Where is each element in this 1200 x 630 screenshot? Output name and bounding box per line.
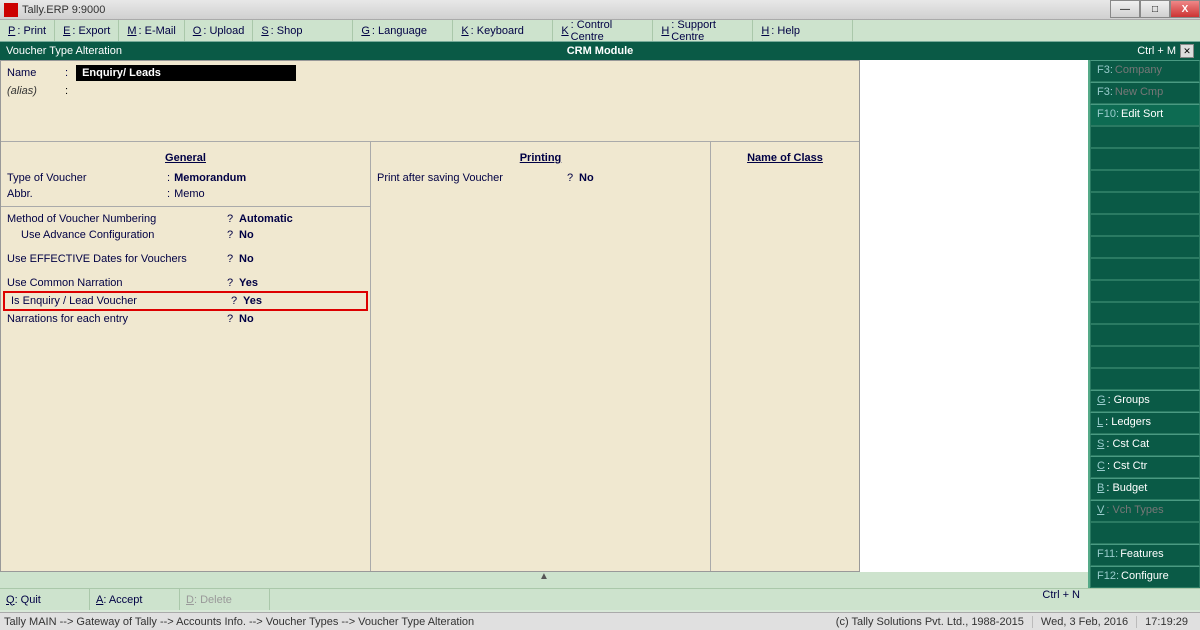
ledgers-button[interactable]: L: Ledgers: [1090, 412, 1200, 434]
configure-button[interactable]: F12:Configure: [1090, 566, 1200, 588]
print-label: Print after saving Voucher: [377, 172, 567, 184]
narr-value[interactable]: No: [239, 313, 254, 325]
class-column: Name of Class: [711, 142, 859, 571]
advcfg-value[interactable]: No: [239, 229, 254, 241]
common-label: Use Common Narration: [7, 277, 227, 289]
method-value[interactable]: Automatic: [239, 213, 293, 225]
enquiry-label: Is Enquiry / Lead Voucher: [11, 295, 231, 307]
effdate-label: Use EFFECTIVE Dates for Vouchers: [7, 253, 227, 265]
effdate-value[interactable]: No: [239, 253, 254, 265]
quit-button[interactable]: Q: Quit: [0, 589, 90, 610]
email-menu[interactable]: M: E-Mail: [119, 20, 184, 41]
window-controls: — □ X: [1110, 0, 1200, 18]
name-label: Name: [7, 67, 57, 79]
right-whitespace: [860, 60, 1088, 572]
ctrl-n-hint: Ctrl + N: [1042, 589, 1080, 601]
printing-column: Printing Print after saving Voucher?No: [371, 142, 711, 571]
app-icon: [4, 3, 18, 17]
language-menu[interactable]: G: Language: [353, 20, 453, 41]
type-label: Type of Voucher: [7, 172, 167, 184]
cst-ctr-button[interactable]: C: Cst Ctr: [1090, 456, 1200, 478]
method-label: Method of Voucher Numbering: [7, 213, 227, 225]
content: Name : Enquiry/ Leads (alias) : General …: [0, 60, 1088, 588]
narr-label: Narrations for each entry: [7, 313, 227, 325]
control-centre-menu[interactable]: K: Control Centre: [553, 20, 653, 41]
main-toolbar: P: Print E: Export M: E-Mail O: Upload S…: [0, 20, 1200, 42]
support-centre-menu[interactable]: H: Support Centre: [653, 20, 753, 41]
delete-button: D: Delete: [180, 589, 270, 610]
app-title: Tally.ERP 9:9000: [22, 4, 105, 16]
screen-header: Voucher Type Alteration CRM Module Ctrl …: [0, 42, 1200, 60]
enquiry-highlight: Is Enquiry / Lead Voucher?Yes: [3, 291, 368, 311]
edit-sort-button[interactable]: F10:Edit Sort: [1090, 104, 1200, 126]
shortcut-hint: Ctrl + M: [1137, 45, 1176, 57]
status-date: Wed, 3 Feb, 2016: [1033, 616, 1137, 628]
export-menu[interactable]: E: Export: [55, 20, 119, 41]
company-button: F3:Company: [1090, 60, 1200, 82]
titlebar: Tally.ERP 9:9000 — □ X: [0, 0, 1200, 20]
voucher-form: Name : Enquiry/ Leads (alias) : General …: [0, 60, 860, 572]
alias-value: :: [65, 85, 68, 97]
class-heading: Name of Class: [711, 146, 859, 170]
right-panel: F3:Company F3:New Cmp F10:Edit Sort G: G…: [1088, 60, 1200, 588]
accept-button[interactable]: A: Accept: [90, 589, 180, 610]
bottom-toolbar: Q: Quit A: Accept D: Delete Ctrl + N: [0, 588, 1200, 610]
breadcrumb: Tally MAIN --> Gateway of Tally --> Acco…: [4, 616, 474, 628]
abbr-label: Abbr.: [7, 188, 167, 200]
keyboard-menu[interactable]: K: Keyboard: [453, 20, 553, 41]
shop-menu[interactable]: S: Shop: [253, 20, 353, 41]
minimize-button[interactable]: —: [1110, 0, 1140, 18]
panel-close-icon[interactable]: ✕: [1180, 44, 1194, 58]
print-value[interactable]: No: [579, 172, 594, 184]
vch-types-button: V: Vch Types: [1090, 500, 1200, 522]
common-value[interactable]: Yes: [239, 277, 258, 289]
cst-cat-button[interactable]: S: Cst Cat: [1090, 434, 1200, 456]
new-cmp-button: F3:New Cmp: [1090, 82, 1200, 104]
alias-label: (alias): [7, 85, 57, 97]
enquiry-value[interactable]: Yes: [243, 295, 262, 307]
upload-menu[interactable]: O: Upload: [185, 20, 254, 41]
type-value[interactable]: Memorandum: [174, 172, 246, 184]
general-column: General Type of Voucher:Memorandum Abbr.…: [1, 142, 371, 571]
print-menu[interactable]: P: Print: [0, 20, 55, 41]
maximize-button[interactable]: □: [1140, 0, 1170, 18]
statusbar: Tally MAIN --> Gateway of Tally --> Acco…: [0, 612, 1200, 630]
name-field[interactable]: Enquiry/ Leads: [76, 65, 296, 81]
general-heading: General: [1, 146, 370, 170]
help-menu[interactable]: H: Help: [753, 20, 853, 41]
features-button[interactable]: F11:Features: [1090, 544, 1200, 566]
abbr-value[interactable]: Memo: [174, 188, 205, 200]
printing-heading: Printing: [371, 146, 710, 170]
copyright: (c) Tally Solutions Pvt. Ltd., 1988-2015: [828, 616, 1033, 628]
budget-button[interactable]: B: Budget: [1090, 478, 1200, 500]
advcfg-label: Use Advance Configuration: [7, 229, 227, 241]
close-button[interactable]: X: [1170, 0, 1200, 18]
screen-title: Voucher Type Alteration: [6, 45, 122, 57]
main-area: Name : Enquiry/ Leads (alias) : General …: [0, 60, 1200, 588]
groups-button[interactable]: G: Groups: [1090, 390, 1200, 412]
module-name: CRM Module: [567, 45, 634, 57]
status-time: 17:19:29: [1137, 616, 1196, 628]
scroll-up-icon[interactable]: ▲: [539, 571, 549, 582]
